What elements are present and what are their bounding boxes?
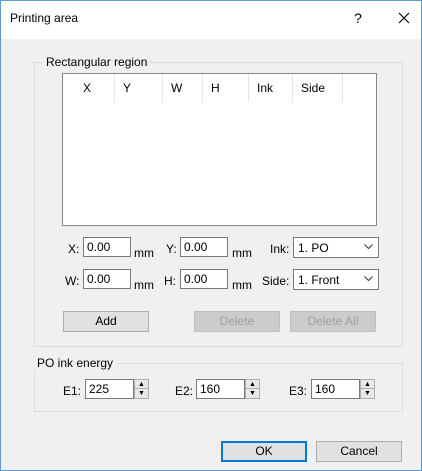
add-button[interactable]: Add — [63, 311, 149, 332]
ok-button[interactable]: OK — [221, 441, 307, 462]
e3-spinner[interactable]: ▲ ▼ — [360, 379, 375, 399]
region-list-header: X Y W H Ink Side — [63, 74, 376, 102]
triangle-down-icon[interactable]: ▼ — [361, 389, 374, 398]
column-header-ink[interactable]: Ink — [249, 74, 293, 102]
cancel-button[interactable]: Cancel — [316, 441, 402, 462]
w-label: W: — [65, 274, 80, 288]
e2-field[interactable]: 160 — [196, 379, 245, 399]
h-field[interactable]: 0.00 — [180, 269, 228, 289]
w-unit-label: mm — [134, 278, 154, 292]
title-bar: Printing area ? — [1, 1, 421, 39]
rectangular-region-label: Rectangular region — [43, 55, 151, 69]
y-label: Y: — [166, 242, 177, 256]
po-ink-energy-label: PO ink energy — [34, 356, 117, 370]
column-header-h[interactable]: H — [203, 74, 249, 102]
column-header-w[interactable]: W — [163, 74, 203, 102]
x-unit-label: mm — [134, 246, 154, 260]
h-label: H: — [164, 274, 176, 288]
chevron-down-icon — [364, 273, 373, 287]
help-button[interactable]: ? — [346, 6, 370, 30]
w-field[interactable]: 0.00 — [83, 269, 131, 289]
column-header-side[interactable]: Side — [293, 74, 343, 102]
e1-spinner[interactable]: ▲ ▼ — [134, 379, 149, 399]
delete-button[interactable]: Delete — [194, 311, 280, 332]
e2-label: E2: — [175, 384, 194, 398]
x-label: X: — [68, 242, 80, 256]
y-unit-label: mm — [232, 246, 252, 260]
column-header-x[interactable]: X — [75, 74, 115, 102]
ink-label: Ink: — [270, 242, 290, 256]
column-header-y[interactable]: Y — [115, 74, 163, 102]
side-select-value: 1. Front — [298, 273, 340, 287]
triangle-up-icon[interactable]: ▲ — [135, 380, 148, 389]
delete-all-button[interactable]: Delete All — [290, 311, 376, 332]
side-select[interactable]: 1. Front — [293, 269, 379, 290]
triangle-down-icon[interactable]: ▼ — [246, 389, 259, 398]
side-label: Side: — [262, 274, 290, 288]
chevron-down-icon — [364, 241, 373, 255]
triangle-down-icon[interactable]: ▼ — [135, 389, 148, 398]
close-button[interactable] — [392, 6, 416, 30]
triangle-up-icon[interactable]: ▲ — [246, 380, 259, 389]
region-list[interactable]: X Y W H Ink Side — [62, 73, 377, 226]
e1-label: E1: — [63, 384, 82, 398]
ink-select[interactable]: 1. PO — [293, 237, 379, 258]
triangle-up-icon[interactable]: ▲ — [361, 380, 374, 389]
ink-select-value: 1. PO — [298, 241, 329, 255]
printing-area-dialog: Printing area ? Rectangular region X Y W… — [0, 0, 422, 471]
y-field[interactable]: 0.00 — [180, 237, 228, 257]
window-title: Printing area — [10, 11, 79, 25]
e3-label: E3: — [289, 384, 308, 398]
close-icon — [398, 12, 410, 24]
h-unit-label: mm — [232, 278, 252, 292]
x-field[interactable]: 0.00 — [83, 237, 131, 257]
e1-field[interactable]: 225 — [85, 379, 134, 399]
e2-spinner[interactable]: ▲ ▼ — [245, 379, 260, 399]
e3-field[interactable]: 160 — [311, 379, 360, 399]
